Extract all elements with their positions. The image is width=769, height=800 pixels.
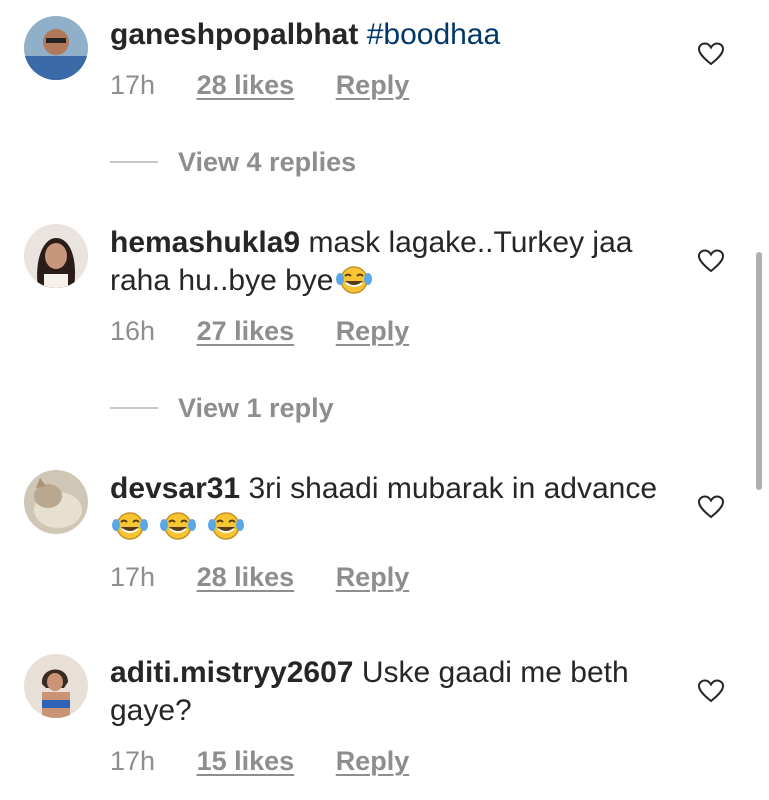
comment-username[interactable]: devsar31 — [110, 472, 240, 505]
tears-of-joy-emoji — [208, 510, 244, 542]
view-replies-label: View 1 reply — [178, 392, 334, 423]
comments-panel: ganeshpopalbhat #boodhaa 17h 28 likes Re… — [0, 0, 769, 800]
heart-icon[interactable] — [698, 679, 724, 703]
comment-meta: 17h 28 likes Reply — [110, 70, 443, 101]
avatar[interactable] — [24, 654, 88, 718]
comment-time: 17h — [110, 746, 156, 776]
replies-divider — [110, 161, 158, 163]
avatar[interactable] — [24, 470, 88, 534]
tears-of-joy-emoji — [335, 264, 372, 296]
comment-text: hemashukla9 mask lagake..Turkey jaa raha… — [110, 224, 670, 300]
reply-button[interactable]: Reply — [336, 70, 410, 100]
avatar[interactable] — [24, 224, 88, 288]
comment-time: 17h — [110, 70, 156, 100]
comment-meta: 16h 27 likes Reply — [110, 316, 443, 347]
comment-text: devsar31 3ri shaadi mubarak in advance — [110, 470, 670, 546]
scrollbar[interactable] — [756, 252, 762, 490]
replies-divider — [110, 407, 158, 409]
likes-count[interactable]: 15 likes — [197, 746, 295, 776]
heart-icon[interactable] — [698, 249, 724, 273]
comment-time: 17h — [110, 562, 156, 592]
comment-username[interactable]: aditi.mistryy2607 — [110, 656, 353, 689]
comment-time: 16h — [110, 316, 156, 346]
avatar[interactable] — [24, 16, 88, 80]
hashtag-link[interactable]: #boodhaa — [367, 18, 500, 51]
heart-icon[interactable] — [698, 42, 724, 66]
reply-button[interactable]: Reply — [336, 746, 410, 776]
comment-username[interactable]: ganeshpopalbhat — [110, 18, 358, 51]
view-replies-button[interactable]: View 1 reply — [110, 390, 334, 426]
reply-button[interactable]: Reply — [336, 316, 410, 346]
likes-count[interactable]: 28 likes — [197, 562, 295, 592]
comment-text: ganeshpopalbhat #boodhaa — [110, 16, 670, 54]
likes-count[interactable]: 28 likes — [197, 70, 295, 100]
tears-of-joy-emoji — [160, 510, 196, 542]
reply-button[interactable]: Reply — [336, 562, 410, 592]
view-replies-label: View 4 replies — [178, 146, 357, 177]
heart-icon[interactable] — [698, 495, 724, 519]
comment-meta: 17h 15 likes Reply — [110, 746, 443, 777]
comment-meta: 17h 28 likes Reply — [110, 562, 443, 593]
likes-count[interactable]: 27 likes — [197, 316, 295, 346]
comment-username[interactable]: hemashukla9 — [110, 226, 300, 259]
comment-text: aditi.mistryy2607 Uske gaadi me beth gay… — [110, 654, 670, 730]
comment-body: 3ri shaadi mubarak in advance — [248, 472, 658, 505]
tears-of-joy-emoji — [112, 510, 148, 542]
view-replies-button[interactable]: View 4 replies — [110, 144, 356, 180]
